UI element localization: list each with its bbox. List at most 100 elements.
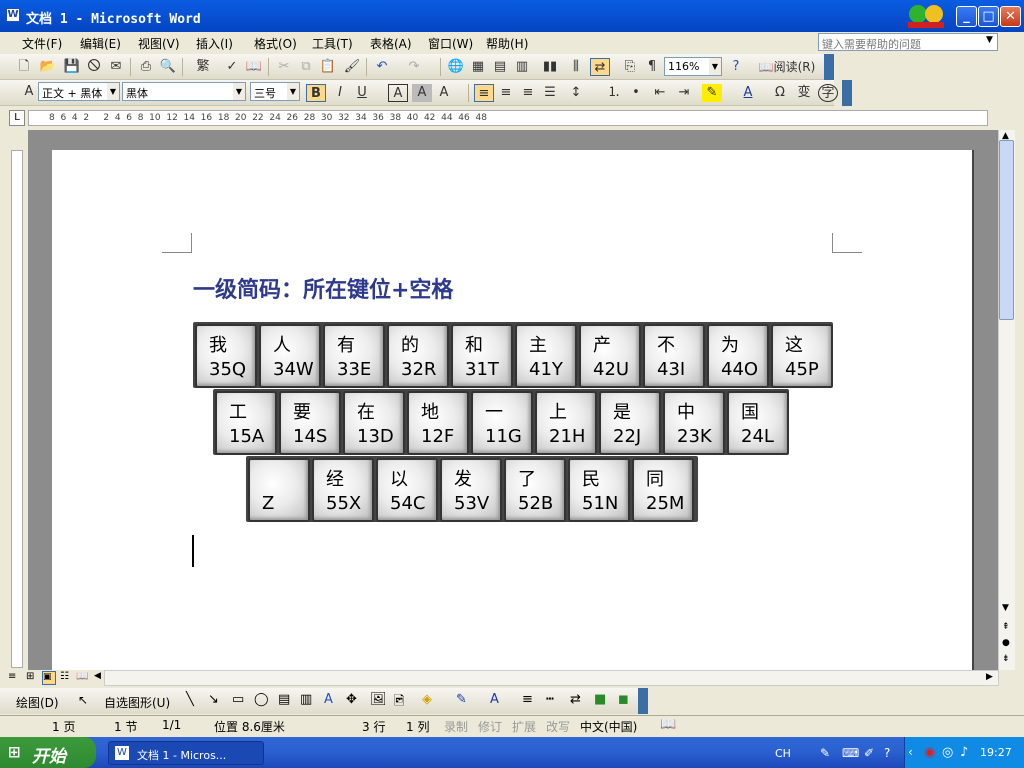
toolbar-options-icon[interactable] bbox=[638, 688, 648, 714]
decrease-indent-icon[interactable]: ⇤ bbox=[650, 84, 670, 102]
shadow-style-icon[interactable]: ■ bbox=[594, 692, 606, 707]
open-icon[interactable]: 📂 bbox=[38, 58, 58, 76]
numbering-icon[interactable]: ⒈ bbox=[604, 84, 624, 102]
key-2-4[interactable]: 了 52B bbox=[504, 458, 566, 522]
menu-view[interactable]: 视图(V) bbox=[138, 35, 180, 52]
tables-borders-icon[interactable]: ▦ bbox=[468, 58, 488, 76]
line-icon[interactable]: ╲ bbox=[186, 692, 194, 707]
clipart-icon[interactable]: 🖼 bbox=[370, 692, 387, 707]
toolbar-options-icon[interactable] bbox=[842, 80, 852, 106]
tray-volume-icon[interactable]: ♪ bbox=[960, 745, 968, 760]
copy-icon[interactable]: ⧉ bbox=[296, 58, 316, 76]
key-1-2[interactable]: 在 13D bbox=[343, 391, 405, 455]
drawing-font-color-icon[interactable]: A bbox=[490, 692, 499, 707]
horizontal-ruler[interactable]: 8 6 4 2 2 4 6 8 10 12 14 16 18 20 22 24 … bbox=[28, 110, 988, 126]
menu-insert[interactable]: 插入(I) bbox=[196, 35, 233, 52]
autoshapes-button[interactable]: 自选图形(U) bbox=[104, 694, 170, 711]
web-view-icon[interactable]: ⊞ bbox=[26, 671, 34, 682]
key-2-6[interactable]: 同 25M bbox=[632, 458, 694, 522]
minimize-button[interactable]: _ bbox=[956, 6, 977, 27]
vertical-ruler[interactable] bbox=[11, 150, 23, 668]
italic-button[interactable]: I bbox=[330, 84, 350, 102]
vertical-textbox-icon[interactable]: ▥ bbox=[300, 692, 312, 707]
document-heading[interactable]: 一级简码：所在键位+空格 bbox=[193, 272, 453, 304]
scroll-left-icon[interactable]: ◀ bbox=[94, 671, 101, 681]
line-color-icon[interactable]: ✎ bbox=[456, 692, 467, 707]
key-1-1[interactable]: 要 14S bbox=[279, 391, 341, 455]
align-center-icon[interactable]: ≡ bbox=[496, 84, 516, 102]
vertical-scroll-thumb[interactable] bbox=[999, 140, 1014, 320]
key-0-2[interactable]: 有 33E bbox=[323, 324, 385, 388]
key-0-7[interactable]: 不 43I bbox=[643, 324, 705, 388]
key-2-2[interactable]: 以 54C bbox=[376, 458, 438, 522]
paste-icon[interactable]: 📋 bbox=[318, 58, 338, 76]
tab-stop-selector[interactable]: L bbox=[9, 110, 25, 126]
font-select[interactable]: 黑体 ▼ bbox=[122, 82, 246, 101]
bold-button[interactable]: B bbox=[306, 84, 326, 102]
key-1-8[interactable]: 国 24L bbox=[727, 391, 789, 455]
underline-button[interactable]: U bbox=[352, 84, 372, 102]
spelling-status-icon[interactable]: 📖 bbox=[660, 717, 676, 732]
print-preview-icon[interactable]: 🔍 bbox=[158, 58, 178, 76]
browse-object-icon[interactable]: ● bbox=[1002, 638, 1010, 648]
ime-tool-icon[interactable]: ✎ bbox=[820, 746, 830, 760]
rectangle-icon[interactable]: ▭ bbox=[232, 692, 244, 707]
style-select[interactable]: 正文 + 黑体 ▼ bbox=[38, 82, 120, 101]
start-button[interactable]: ⊞ 开始 bbox=[0, 737, 96, 768]
char-shading-button[interactable]: A bbox=[412, 84, 432, 102]
email-icon[interactable]: ✉ bbox=[106, 58, 126, 76]
help-dropdown-icon[interactable]: ▼ bbox=[986, 35, 993, 45]
key-0-4[interactable]: 和 31T bbox=[451, 324, 513, 388]
redo-icon[interactable]: ↷ bbox=[404, 58, 424, 76]
bullets-icon[interactable]: • bbox=[626, 84, 646, 102]
menu-table[interactable]: 表格(A) bbox=[370, 35, 412, 52]
key-0-1[interactable]: 人 34W bbox=[259, 324, 321, 388]
font-size-select[interactable]: 三号 ▼ bbox=[250, 82, 300, 101]
draw-menu-button[interactable]: 绘图(D) bbox=[16, 694, 59, 711]
tray-expand-icon[interactable]: ‹ bbox=[908, 745, 913, 759]
key-1-4[interactable]: 一 11G bbox=[471, 391, 533, 455]
research-icon[interactable]: 📖 bbox=[244, 58, 264, 76]
show-hide-icon[interactable]: ⎘ bbox=[620, 58, 640, 76]
key-0-8[interactable]: 为 44O bbox=[707, 324, 769, 388]
traditional-chinese-button[interactable]: 繁 bbox=[188, 58, 218, 76]
prev-page-icon[interactable]: ⇞ bbox=[1002, 622, 1010, 632]
menu-file[interactable]: 文件(F) bbox=[22, 35, 62, 52]
new-doc-icon[interactable]: 🗋 bbox=[14, 58, 34, 76]
align-right-icon[interactable]: ≡ bbox=[518, 84, 538, 102]
permission-icon[interactable]: 🛇 bbox=[84, 58, 104, 76]
normal-view-icon[interactable]: ≡ bbox=[8, 671, 16, 682]
ime-help-icon[interactable]: ? bbox=[884, 746, 890, 760]
drawing-icon[interactable]: ⫼ bbox=[566, 58, 586, 76]
word-doc-icon[interactable]: W bbox=[6, 8, 20, 22]
input-method-indicator[interactable]: CH bbox=[775, 747, 791, 760]
menu-format[interactable]: 格式(O) bbox=[254, 35, 297, 52]
line-spacing-icon[interactable]: ↕ bbox=[566, 84, 586, 102]
key-2-0[interactable]: Z bbox=[248, 458, 310, 522]
char-border-button[interactable]: A bbox=[388, 84, 408, 102]
wordart-icon[interactable]: A bbox=[324, 692, 333, 707]
highlight-icon[interactable]: ✎ bbox=[702, 84, 722, 102]
oval-icon[interactable]: ◯ bbox=[254, 692, 269, 707]
key-0-6[interactable]: 产 42U bbox=[579, 324, 641, 388]
enclose-char-button[interactable]: 字 bbox=[818, 84, 838, 102]
menu-window[interactable]: 窗口(W) bbox=[428, 35, 473, 52]
diagram-icon[interactable]: ✥ bbox=[346, 692, 357, 707]
select-objects-icon[interactable]: ↖ bbox=[78, 693, 88, 707]
increase-indent-icon[interactable]: ⇥ bbox=[674, 84, 694, 102]
menu-edit[interactable]: 编辑(E) bbox=[80, 35, 121, 52]
hyperlink-icon[interactable]: 🌐 bbox=[446, 58, 466, 76]
next-page-icon[interactable]: ⇟ bbox=[1002, 654, 1010, 664]
fill-color-icon[interactable]: ◈ bbox=[422, 692, 432, 707]
horizontal-scrollbar[interactable] bbox=[104, 670, 999, 686]
picture-icon[interactable]: 🖻 bbox=[394, 692, 404, 714]
print-icon[interactable]: ⎙ bbox=[136, 58, 156, 76]
save-icon[interactable]: 💾 bbox=[62, 58, 82, 76]
menu-help[interactable]: 帮助(H) bbox=[486, 35, 528, 52]
key-1-6[interactable]: 是 22J bbox=[599, 391, 661, 455]
title-bar[interactable]: W 文档 1 - Microsoft Word _ □ ✕ bbox=[0, 0, 1024, 32]
key-2-1[interactable]: 经 55X bbox=[312, 458, 374, 522]
status-extend[interactable]: 扩展 bbox=[512, 718, 536, 735]
format-painter-icon[interactable]: 🖌 bbox=[342, 58, 362, 76]
ime-keyboard-icon[interactable]: ⌨ bbox=[842, 746, 859, 760]
